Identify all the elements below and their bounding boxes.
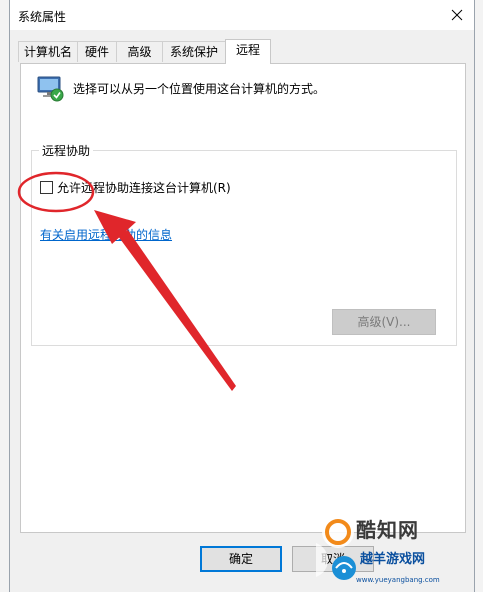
remote-computer-icon	[37, 76, 64, 102]
tab-hardware[interactable]: 硬件	[77, 41, 117, 62]
remote-tab-panel: 选择可以从另一个位置使用这台计算机的方式。 远程协助 允许远程协助连接这台计算机…	[20, 63, 466, 533]
screenshot-stage: 系统属性 计算机名 硬件 高级 系统保护 远程 选择可以从另一个位置使用这台计算…	[0, 0, 483, 592]
tab-remote[interactable]: 远程	[225, 39, 271, 64]
system-properties-dialog: 系统属性 计算机名 硬件 高级 系统保护 远程 选择可以从另一个位置使用这台计算…	[9, 0, 475, 592]
advanced-button[interactable]: 高级(V)...	[332, 309, 436, 335]
tab-strip: 计算机名 硬件 高级 系统保护 远程	[16, 39, 468, 64]
tab-advanced[interactable]: 高级	[116, 41, 163, 62]
remote-assistance-title: 远程协助	[39, 142, 94, 159]
cancel-button[interactable]: 取消	[292, 546, 374, 572]
close-button[interactable]	[444, 2, 470, 28]
close-icon	[451, 9, 463, 21]
allow-remote-assistance-checkbox-row[interactable]: 允许远程协助连接这台计算机(R)	[40, 179, 231, 196]
remote-assistance-help-link[interactable]: 有关启用远程协助的信息	[40, 226, 172, 243]
window-title: 系统属性	[18, 10, 67, 24]
title-bar[interactable]: 系统属性	[10, 0, 474, 30]
ok-button[interactable]: 确定	[200, 546, 282, 572]
remote-intro-text: 选择可以从另一个位置使用这台计算机的方式。	[73, 82, 326, 96]
allow-remote-assistance-checkbox[interactable]	[40, 181, 53, 194]
remote-assistance-group: 远程协助 允许远程协助连接这台计算机(R) 有关启用远程协助的信息 高级(V).…	[31, 142, 457, 346]
tab-computer-name[interactable]: 计算机名	[18, 41, 78, 62]
background-window-right	[475, 0, 483, 592]
tab-system-protection[interactable]: 系统保护	[162, 41, 226, 62]
allow-remote-assistance-label[interactable]: 允许远程协助连接这台计算机(R)	[57, 179, 231, 196]
